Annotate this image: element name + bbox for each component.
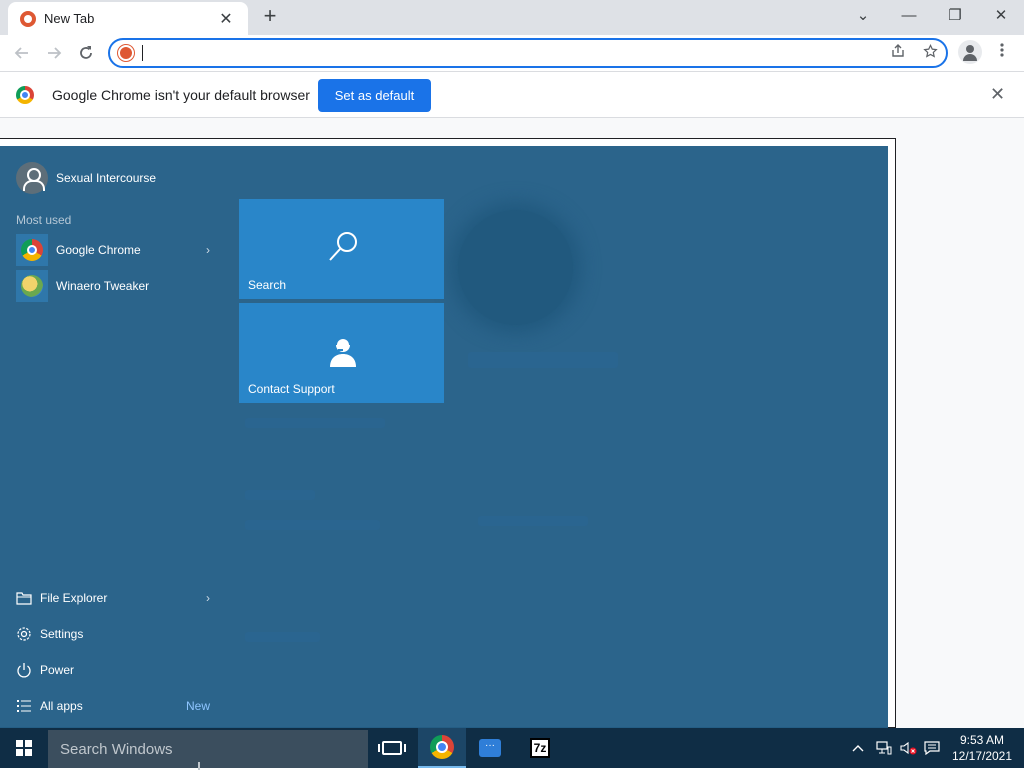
chevron-up-icon bbox=[852, 745, 864, 752]
reload-icon bbox=[80, 46, 92, 59]
all-apps-label: All apps bbox=[40, 699, 83, 713]
background-blurred-text bbox=[478, 516, 588, 526]
tile-label: Search bbox=[248, 278, 287, 292]
7zip-icon: 7z bbox=[529, 738, 551, 758]
file-explorer-icon bbox=[16, 590, 32, 606]
notifications-icon bbox=[924, 741, 940, 755]
address-bar[interactable] bbox=[108, 38, 948, 68]
background-blurred-text bbox=[245, 490, 315, 500]
profile-button[interactable] bbox=[958, 40, 982, 64]
chevron-right-icon[interactable]: › bbox=[206, 591, 210, 605]
tab-close-button[interactable]: ✕ bbox=[216, 9, 236, 29]
set-as-default-button[interactable]: Set as default bbox=[318, 79, 431, 112]
forward-button[interactable] bbox=[40, 39, 68, 67]
address-input[interactable] bbox=[147, 45, 946, 61]
task-view-button[interactable] bbox=[368, 728, 416, 768]
most-used-winaero-tweaker[interactable]: Winaero Tweaker bbox=[16, 270, 216, 302]
user-name: Sexual Intercourse bbox=[56, 171, 157, 185]
file-explorer-label: File Explorer bbox=[40, 591, 108, 605]
share-button[interactable] bbox=[888, 41, 908, 61]
clock-date: 12/17/2021 bbox=[951, 749, 1013, 763]
network-icon bbox=[876, 741, 892, 755]
show-hidden-icons-button[interactable] bbox=[852, 738, 864, 758]
most-used-heading: Most used bbox=[16, 213, 72, 227]
messaging-icon: ··· bbox=[479, 739, 501, 757]
forward-icon bbox=[48, 47, 62, 59]
user-avatar-icon bbox=[16, 162, 48, 194]
taskbar-messaging-button[interactable]: ··· bbox=[466, 728, 514, 768]
start-user-account[interactable]: Sexual Intercourse bbox=[16, 162, 156, 194]
tab-search-button[interactable]: ⌄ bbox=[840, 0, 886, 30]
start-settings[interactable]: Settings bbox=[16, 622, 216, 646]
bookmark-button[interactable] bbox=[920, 41, 940, 61]
default-browser-infobar: Google Chrome isn't your default browser… bbox=[0, 71, 1024, 118]
start-button[interactable] bbox=[0, 728, 48, 768]
start-all-apps[interactable]: All apps New bbox=[16, 694, 216, 718]
tile-search[interactable]: Search bbox=[239, 199, 444, 299]
taskbar-chrome-button[interactable] bbox=[418, 728, 466, 768]
start-power[interactable]: Power bbox=[16, 658, 216, 682]
back-button[interactable] bbox=[8, 39, 36, 67]
app-label: Google Chrome bbox=[56, 243, 141, 257]
background-blurred-text bbox=[245, 520, 380, 530]
search-engine-icon bbox=[118, 45, 134, 61]
browser-toolbar bbox=[0, 35, 1024, 71]
tab-strip: New Tab ✕ + ⌄ — ❐ ✕ bbox=[0, 0, 1024, 35]
start-file-explorer[interactable]: File Explorer › bbox=[16, 586, 216, 610]
mouse-cursor bbox=[198, 762, 200, 770]
tile-label: Contact Support bbox=[248, 382, 335, 396]
background-blurred-logo bbox=[458, 210, 573, 325]
clock-time: 9:53 AM bbox=[959, 733, 1005, 747]
background-blurred-text bbox=[245, 418, 385, 428]
taskbar-search-box[interactable]: Search Windows bbox=[48, 730, 368, 770]
search-placeholder: Search Windows bbox=[60, 740, 173, 758]
gear-icon bbox=[16, 626, 32, 642]
taskbar-clock[interactable]: 9:53 AM 12/17/2021 bbox=[944, 732, 1020, 764]
infobar-message: Google Chrome isn't your default browser bbox=[52, 87, 310, 103]
text-caret bbox=[142, 45, 143, 61]
volume-muted-icon bbox=[900, 741, 917, 755]
power-label: Power bbox=[40, 663, 75, 677]
network-button[interactable] bbox=[876, 738, 892, 758]
background-blurred-text bbox=[468, 352, 618, 368]
chrome-icon bbox=[430, 735, 454, 759]
chrome-logo-icon bbox=[16, 86, 34, 104]
power-icon bbox=[16, 662, 32, 678]
close-window-button[interactable]: ✕ bbox=[978, 0, 1024, 30]
star-icon bbox=[922, 43, 938, 58]
new-tab-button[interactable]: + bbox=[258, 4, 282, 28]
chrome-icon bbox=[16, 234, 48, 266]
most-used-google-chrome[interactable]: Google Chrome › bbox=[16, 234, 216, 266]
new-badge: New bbox=[185, 699, 210, 713]
settings-label: Settings bbox=[40, 627, 84, 641]
all-apps-list-icon bbox=[16, 698, 32, 714]
taskbar-7zip-button[interactable]: 7z bbox=[516, 728, 564, 768]
winaero-tweaker-icon bbox=[16, 270, 48, 302]
share-icon bbox=[892, 44, 904, 57]
duckduckgo-favicon-icon bbox=[20, 10, 36, 27]
volume-button[interactable] bbox=[900, 738, 918, 758]
tab-title: New Tab bbox=[44, 11, 95, 26]
chevron-right-icon[interactable]: › bbox=[206, 243, 210, 257]
task-view-icon bbox=[378, 741, 406, 755]
taskbar: Search Windows ··· 7z 9:53 AM 12/17/2021 bbox=[0, 728, 1024, 770]
menu-button[interactable] bbox=[992, 41, 1012, 65]
tab-new-tab[interactable]: New Tab ✕ bbox=[8, 2, 248, 35]
windows-logo-icon bbox=[16, 740, 32, 756]
infobar-close-button[interactable]: ✕ bbox=[990, 84, 1005, 105]
back-icon bbox=[14, 47, 28, 59]
reload-button[interactable] bbox=[72, 39, 100, 67]
restore-button[interactable]: ❐ bbox=[932, 0, 978, 30]
tile-contact-support[interactable]: Contact Support bbox=[239, 303, 444, 403]
background-blurred-text bbox=[245, 632, 320, 642]
menu-icon bbox=[1000, 43, 1004, 57]
contact-support-icon bbox=[330, 337, 356, 367]
search-icon bbox=[329, 232, 357, 261]
app-label: Winaero Tweaker bbox=[56, 279, 150, 293]
minimize-button[interactable]: — bbox=[886, 0, 932, 30]
action-center-button[interactable] bbox=[924, 738, 940, 758]
